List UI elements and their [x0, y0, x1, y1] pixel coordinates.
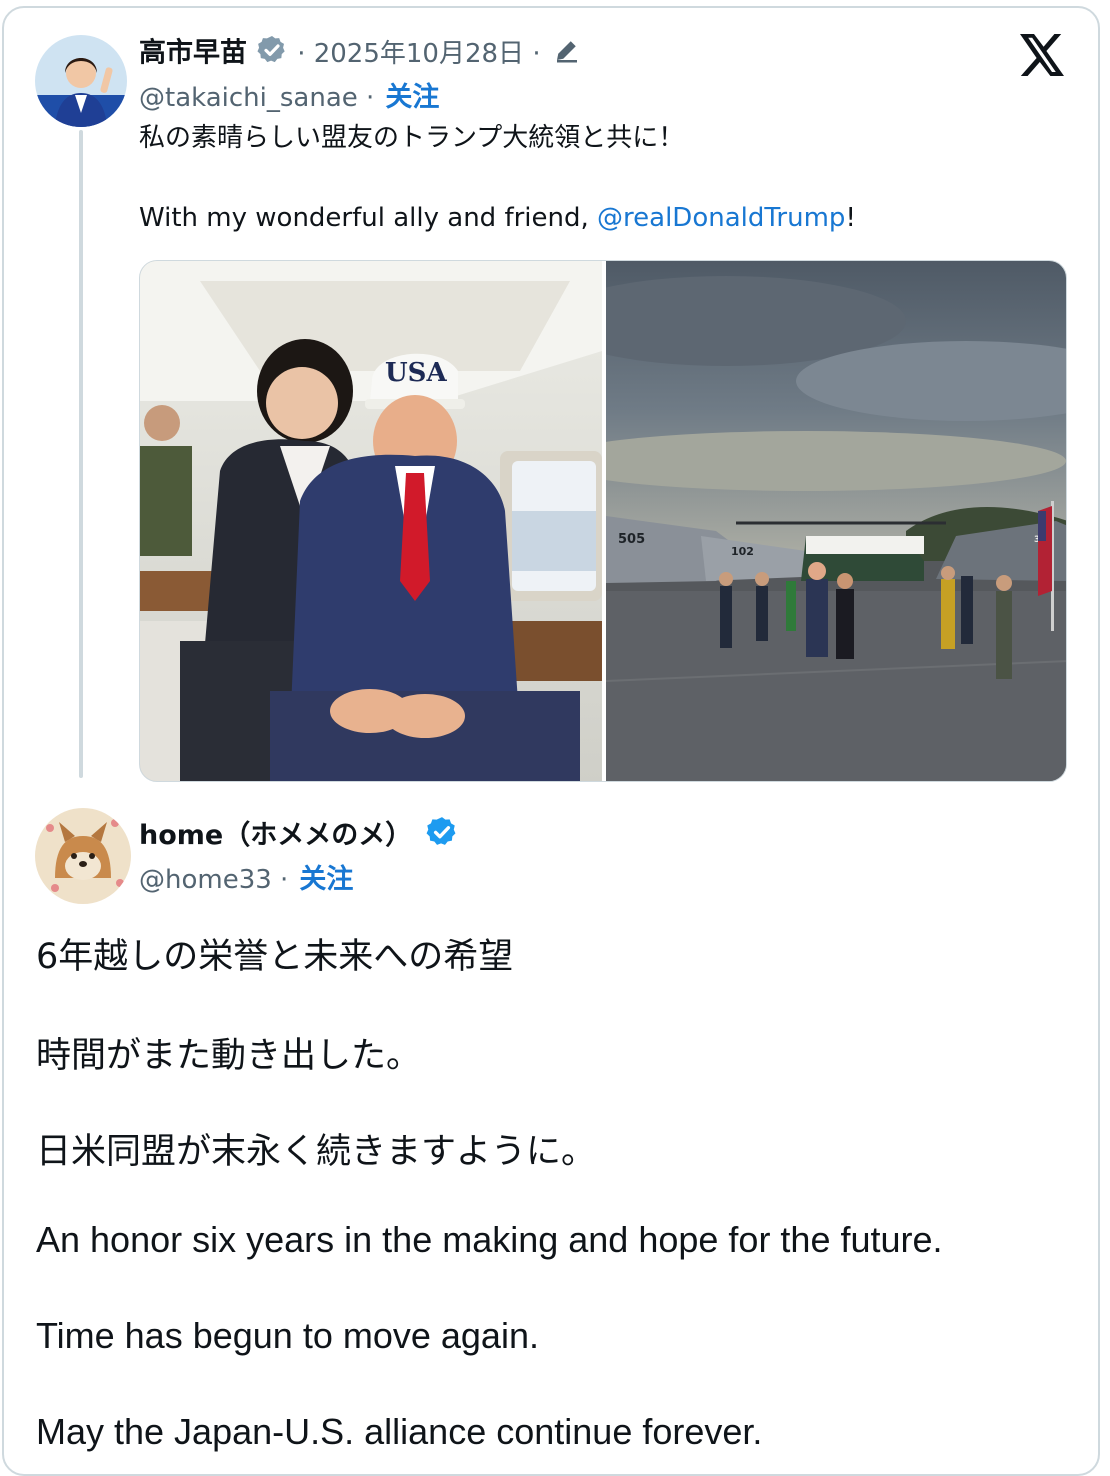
photo-aircraft-carrier-deck[interactable]: 505 102 315: [546, 261, 1066, 781]
quote-handle-row: @home33 · 关注: [139, 861, 353, 899]
jet-number-102: 102: [731, 545, 754, 558]
post-text-english-suffix: !: [845, 203, 856, 233]
verified-badge-blue-icon: [425, 815, 459, 864]
quote-line-2: 時間がまた動き出した。: [36, 1036, 422, 1076]
post-text-english: With my wonderful ally and friend, @real…: [139, 200, 856, 236]
quote-line-4: An honor six years in the making and hop…: [36, 1219, 943, 1260]
media-grid: USA 505 102: [139, 260, 1067, 782]
photo-helicopter-cabin[interactable]: USA: [140, 261, 602, 781]
post-text-japanese: 私の素晴らしい盟友のトランプ大統領と共に！: [139, 123, 685, 153]
follow-button[interactable]: 关注: [385, 82, 439, 113]
quote-follow-button[interactable]: 关注: [299, 864, 353, 895]
cap-text: USA: [385, 358, 447, 388]
author-handle[interactable]: @takaichi_sanae ·: [139, 83, 374, 113]
x-logo-icon[interactable]: [1018, 32, 1066, 80]
quote-line-3: 日米同盟が末永く続きますように。: [36, 1132, 597, 1172]
quote-author-avatar[interactable]: [35, 808, 131, 904]
quote-line-5: Time has begun to move again.: [36, 1315, 539, 1356]
author-header: 高市早苗 · 2025年10月28日 ·: [139, 34, 582, 72]
quote-author-header: home（ホメメのメ）: [139, 815, 459, 855]
post-date[interactable]: · 2025年10月28日 ·: [297, 39, 540, 69]
quote-author-name[interactable]: home（ホメメのメ）: [139, 820, 412, 851]
jet-number-505: 505: [618, 532, 645, 547]
verified-badge-icon: [256, 34, 288, 80]
post-text-english-prefix: With my wonderful ally and friend,: [139, 203, 598, 233]
pencil-icon: [552, 35, 582, 79]
thread-connector-line: [79, 130, 83, 778]
author-name[interactable]: 高市早苗: [139, 38, 247, 69]
quote-line-6: May the Japan-U.S. alliance continue for…: [36, 1411, 763, 1452]
author-avatar[interactable]: [35, 35, 127, 127]
handle-row: @takaichi_sanae · 关注: [139, 80, 439, 116]
quote-author-handle[interactable]: @home33 ·: [139, 865, 288, 895]
mention-link[interactable]: @realDonaldTrump: [597, 203, 845, 233]
quote-line-1: 6年越しの栄誉と未来への希望: [36, 937, 514, 977]
